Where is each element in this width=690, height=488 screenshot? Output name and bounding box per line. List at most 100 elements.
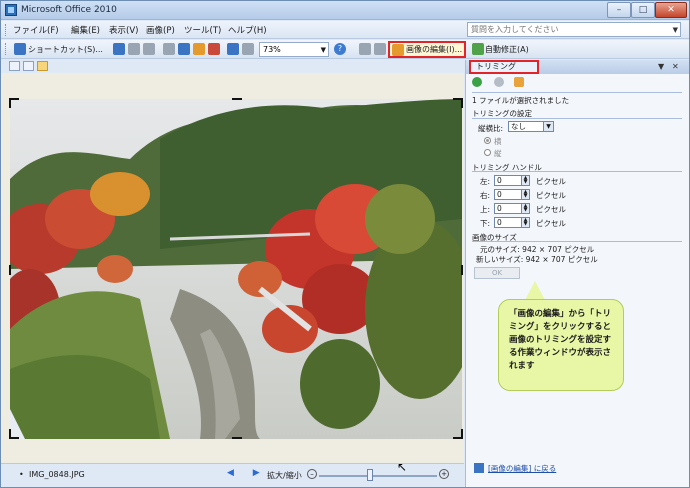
autocorrect-label: 自動修正(A) (485, 45, 529, 54)
status-bar: • IMG_0848.JPG ◀ ▶ 拡大/縮小 – + (1, 463, 464, 487)
chevron-down-icon[interactable]: ▼ (673, 26, 678, 34)
menu-tools[interactable]: ツール(T) (184, 24, 221, 36)
handle-top-value: 0 (497, 204, 502, 213)
zoom-slider-thumb[interactable] (367, 469, 373, 481)
photo-preview[interactable] (10, 99, 462, 439)
crop-handle-bottom[interactable] (232, 437, 242, 439)
help-search-input[interactable] (468, 23, 664, 36)
autocorrect-button[interactable]: 自動修正(A) (471, 42, 537, 57)
redo-icon[interactable] (242, 43, 254, 55)
crop-handle-bottom-right-v[interactable] (461, 429, 463, 439)
email-icon[interactable] (143, 43, 155, 55)
edit-image-icon (474, 463, 484, 473)
handle-right-label: 右: (480, 191, 491, 200)
crop-handle-left[interactable] (9, 265, 11, 275)
application-window: Microsoft Office 2010 – □ ✕ ファイル(F) 編集(E… (0, 0, 690, 488)
back-to-edit-link[interactable]: [画像の編集] に戻る (488, 463, 556, 474)
undo-icon[interactable] (227, 43, 239, 55)
rotate-right-icon[interactable] (374, 43, 386, 55)
handle-right-stepper[interactable]: 0 ▲ ▼ (494, 189, 530, 200)
aspect-select[interactable]: なし ▼ (508, 121, 554, 132)
handle-bottom-stepper[interactable]: 0 ▲ ▼ (494, 217, 530, 228)
handle-left-label: 左: (480, 177, 491, 186)
stepper-arrows-icon[interactable]: ▲ ▼ (521, 190, 529, 199)
zoom-input[interactable] (260, 43, 314, 56)
prev-next-arrows[interactable]: ◀ ▶ (227, 468, 268, 478)
edit-image-button[interactable]: 画像の編集(I)... (388, 41, 466, 58)
trim-task-pane: トリミング ▼ ✕ 1 ファイルが選択されました トリミングの設定 縦横比: な… (465, 60, 689, 487)
paste-icon[interactable] (193, 43, 205, 55)
aspect-label: 縦横比: (478, 124, 504, 133)
title-bar: Microsoft Office 2010 – □ ✕ (1, 1, 689, 20)
home-icon[interactable] (514, 77, 524, 87)
zoom-slider-track[interactable] (319, 475, 437, 477)
close-button[interactable]: ✕ (655, 2, 687, 18)
save-icon[interactable] (113, 43, 125, 55)
window-title: Microsoft Office 2010 (21, 5, 117, 15)
pane-title: トリミング (469, 60, 539, 74)
chevron-down-icon[interactable]: ▼ (321, 46, 326, 54)
handle-top-stepper[interactable]: 0 ▲ ▼ (494, 203, 530, 214)
toolbar: ショートカット(S)... ▼ ? 画像の編集(I)... 自動修正(A) (1, 40, 689, 59)
rotate-left-icon[interactable] (359, 43, 371, 55)
pane-header: トリミング ▼ ✕ (466, 60, 689, 74)
copy-icon[interactable] (178, 43, 190, 55)
maximize-button[interactable]: □ (631, 2, 655, 18)
file-name-label: IMG_0848.JPG (29, 470, 85, 479)
portrait-label: 縦 (494, 149, 502, 158)
menu-file[interactable]: ファイル(F) (13, 24, 59, 36)
zoom-label: 拡大/縮小 (267, 471, 302, 480)
handle-left-value: 0 (497, 176, 502, 185)
shortcut-icon (14, 43, 26, 55)
help-search-box[interactable]: ▼ (467, 22, 681, 37)
zoom-in-icon[interactable]: + (439, 469, 449, 479)
pane-close-icon[interactable]: ✕ (672, 62, 679, 71)
crop-handle-top-left-v[interactable] (9, 98, 11, 108)
cut-icon[interactable] (163, 43, 175, 55)
filmstrip-view-icon[interactable] (23, 61, 34, 71)
chevron-down-icon[interactable]: ▼ (543, 122, 553, 131)
back-icon[interactable] (472, 77, 482, 87)
stepper-arrows-icon[interactable]: ▲ ▼ (521, 204, 529, 213)
help-icon[interactable]: ? (334, 43, 346, 55)
handle-top-unit: ピクセル (536, 205, 566, 214)
crop-handle-top[interactable] (232, 98, 242, 100)
crop-handle-right[interactable] (461, 265, 463, 275)
crop-handle-top-right-v[interactable] (461, 98, 463, 108)
zoom-dropdown[interactable]: ▼ (259, 42, 329, 57)
stepper-arrows-icon[interactable]: ▲ ▼ (521, 218, 529, 227)
shortcut-button[interactable]: ショートカット(S)... (28, 42, 103, 57)
toolbar-grip (5, 43, 8, 55)
size-divider (472, 241, 682, 242)
handle-bottom-value: 0 (497, 218, 502, 227)
handle-bottom-label: 下: (480, 219, 491, 228)
menu-view[interactable]: 表示(V) (109, 24, 138, 36)
menu-image[interactable]: 画像(P) (146, 24, 175, 36)
menu-help[interactable]: ヘルプ(H) (228, 24, 267, 36)
app-icon (5, 4, 17, 16)
menu-bar: ファイル(F) 編集(E) 表示(V) 画像(P) ツール(T) ヘルプ(H) … (1, 21, 689, 39)
stepper-arrows-icon[interactable]: ▲ ▼ (521, 176, 529, 185)
portrait-radio[interactable] (484, 149, 491, 156)
ok-button[interactable]: OK (474, 267, 520, 279)
landscape-radio[interactable] (484, 137, 491, 144)
crop-handle-bottom-left-v[interactable] (9, 429, 11, 439)
autocorrect-icon (472, 43, 484, 55)
single-view-icon[interactable] (37, 61, 48, 71)
pane-menu-chevron-icon[interactable]: ▼ (658, 62, 664, 71)
handle-bottom-unit: ピクセル (536, 219, 566, 228)
edit-image-icon (392, 44, 404, 56)
print-icon[interactable] (128, 43, 140, 55)
thumbnail-view-icon[interactable] (9, 61, 20, 71)
menu-grip (5, 24, 8, 36)
new-size: 新しいサイズ: 942 × 707 ピクセル (476, 255, 598, 264)
forward-icon[interactable] (494, 77, 504, 87)
handle-left-unit: ピクセル (536, 177, 566, 186)
menu-edit[interactable]: 編集(E) (71, 24, 100, 36)
zoom-out-icon[interactable]: – (307, 469, 317, 479)
handle-left-stepper[interactable]: 0 ▲ ▼ (494, 175, 530, 186)
handle-right-value: 0 (497, 190, 502, 199)
delete-icon[interactable] (208, 43, 220, 55)
minimize-button[interactable]: – (607, 2, 631, 18)
edit-image-label: 画像の編集(I)... (406, 45, 463, 54)
